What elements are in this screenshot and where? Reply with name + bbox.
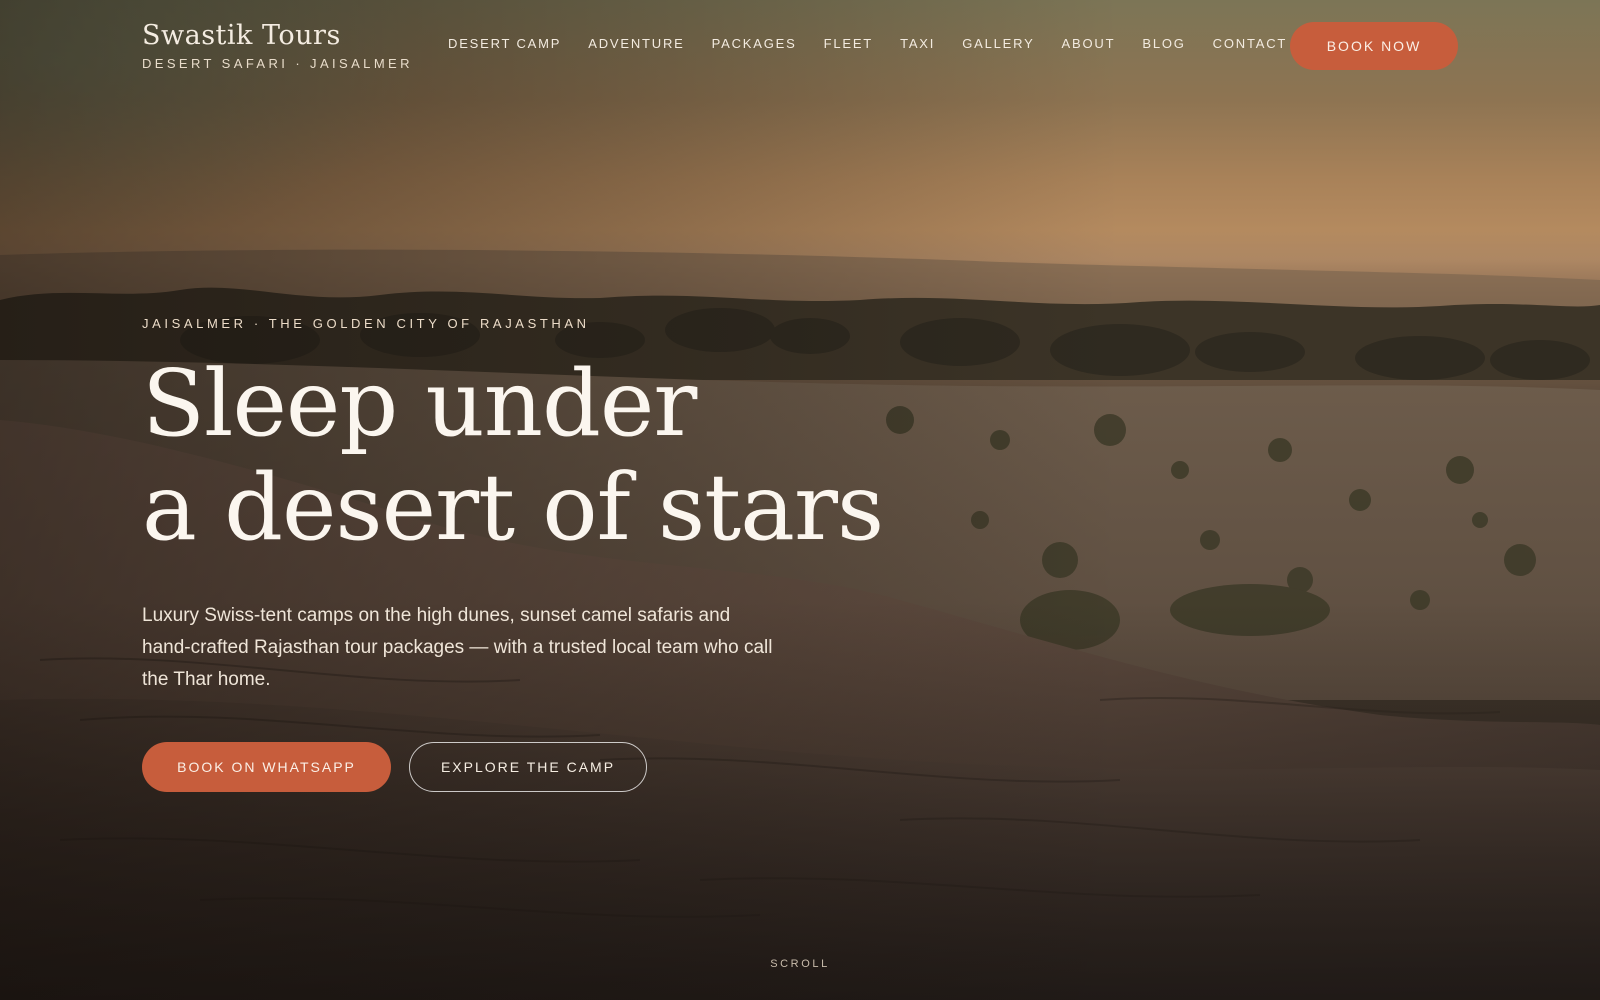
nav-item-fleet[interactable]: FLEET <box>824 36 873 51</box>
nav-item-gallery[interactable]: GALLERY <box>962 36 1034 51</box>
nav-item-packages[interactable]: PACKAGES <box>712 36 797 51</box>
explore-camp-button[interactable]: EXPLORE THE CAMP <box>409 742 647 792</box>
hero-headline-line-2: a desert of stars <box>142 454 884 561</box>
brand-name: Swastik Tours <box>142 20 341 51</box>
nav-item-blog[interactable]: BLOG <box>1142 36 1185 51</box>
brand-tagline: DESERT SAFARI · JAISALMER <box>142 56 413 71</box>
nav-item-adventure[interactable]: ADVENTURE <box>588 36 684 51</box>
book-now-button[interactable]: BOOK NOW <box>1290 22 1458 70</box>
nav-item-taxi[interactable]: TAXI <box>900 36 935 51</box>
main-nav: DESERT CAMP ADVENTURE PACKAGES FLEET TAX… <box>448 36 1314 51</box>
nav-item-about[interactable]: ABOUT <box>1062 36 1116 51</box>
site-header: Swastik Tours DESERT SAFARI · JAISALMER … <box>0 0 1600 90</box>
hero-eyebrow: JAISALMER · THE GOLDEN CITY OF RAJASTHAN <box>142 316 590 331</box>
nav-item-contact[interactable]: CONTACT <box>1213 36 1287 51</box>
hero-description: Luxury Swiss-tent camps on the high dune… <box>142 605 773 690</box>
nav-item-desert-camp[interactable]: DESERT CAMP <box>448 36 561 51</box>
book-on-whatsapp-button[interactable]: BOOK ON WHATSAPP <box>142 742 391 792</box>
hero-headline: Sleep under a desert of stars <box>142 350 884 561</box>
scroll-indicator[interactable]: SCROLL <box>0 958 1600 970</box>
hero-section: Swastik Tours DESERT SAFARI · JAISALMER … <box>0 0 1600 1000</box>
hero-headline-line-1: Sleep under <box>142 350 697 457</box>
brand-logo[interactable]: Swastik Tours DESERT SAFARI · JAISALMER <box>142 18 413 71</box>
